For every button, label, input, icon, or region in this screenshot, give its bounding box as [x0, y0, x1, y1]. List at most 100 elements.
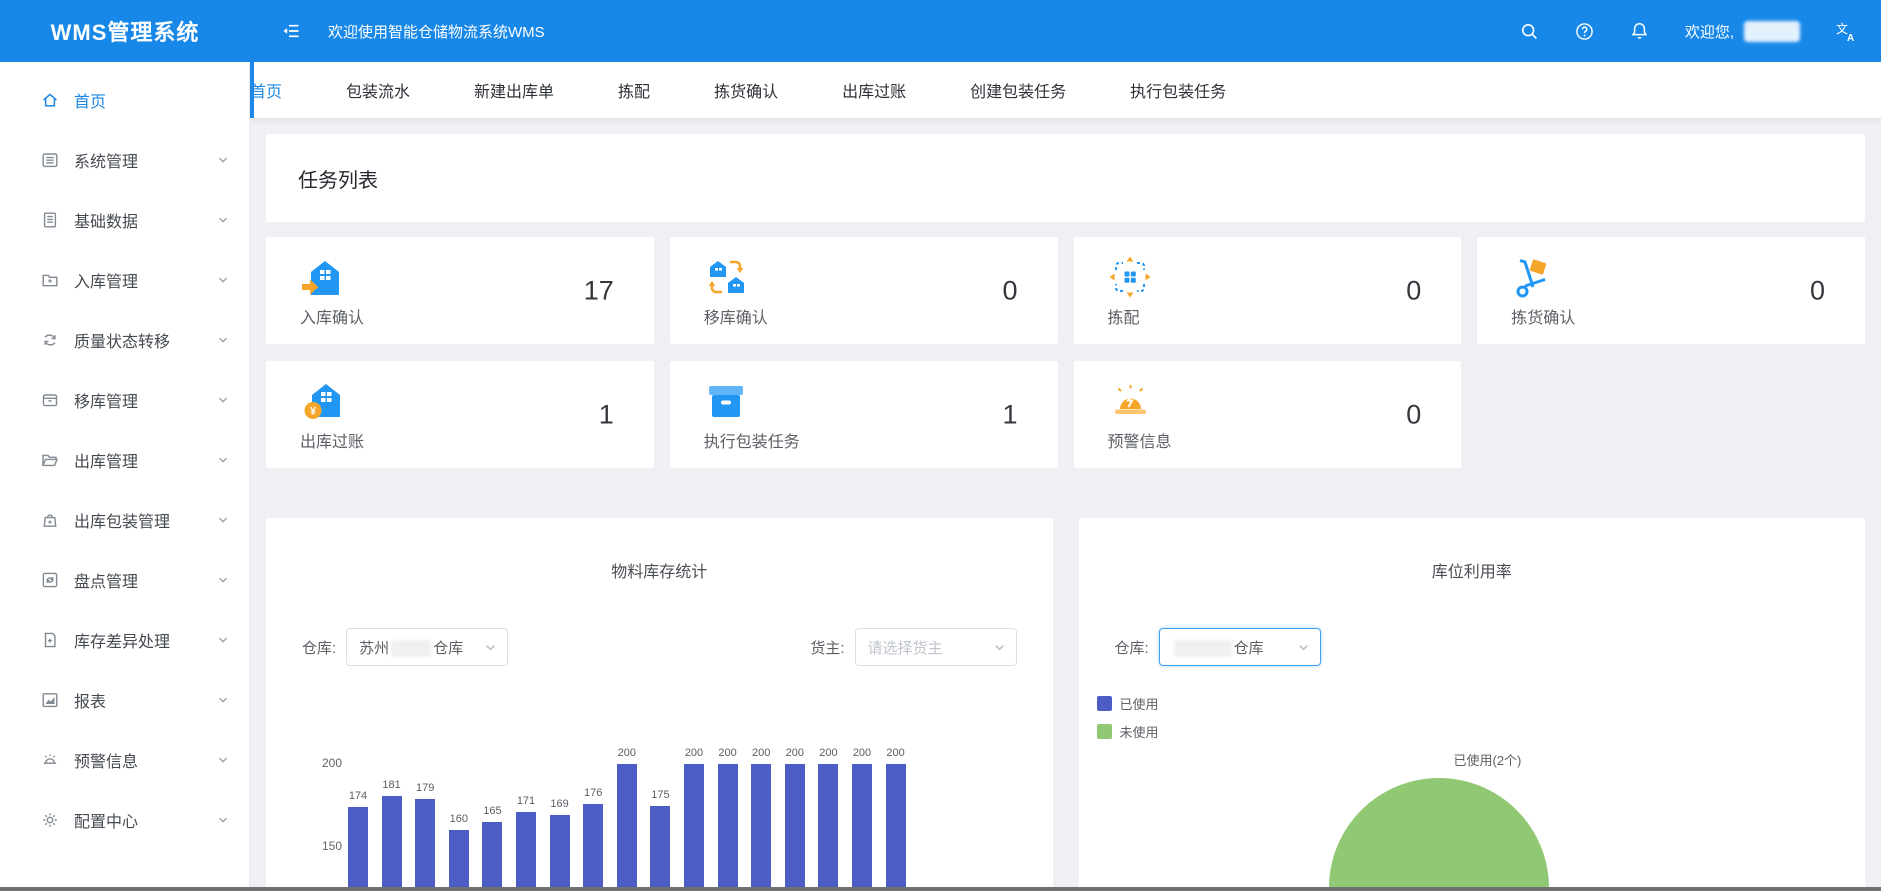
bar-value-label: 200 — [610, 747, 644, 759]
sidebar-item-inventory-diff[interactable]: 库存差异处理 — [0, 610, 249, 670]
tab-packing-flow[interactable]: 包装流水 — [346, 78, 410, 102]
search-icon[interactable] — [1520, 22, 1539, 41]
svg-text:A: A — [1847, 33, 1854, 42]
warehouse-label: 仓库: — [302, 637, 336, 658]
card-execute-packing-task[interactable]: 执行包装任务 1 — [670, 361, 1058, 468]
bar — [583, 804, 603, 891]
legend-item-unused[interactable]: 未使用 — [1097, 722, 1159, 741]
bell-icon[interactable] — [1630, 21, 1649, 41]
tab-new-outbound-order[interactable]: 新建出库单 — [474, 78, 554, 102]
tab-execute-packing-task[interactable]: 执行包装任务 — [1130, 78, 1226, 102]
packing-task-icon — [704, 379, 748, 423]
sidebar-item-home[interactable]: 首页 — [0, 70, 249, 130]
sidebar-item-quality-transfer[interactable]: 质量状态转移 — [0, 310, 249, 370]
svg-text:¥: ¥ — [310, 406, 317, 418]
sidebar-item-outbound-packing[interactable]: 出库包装管理 — [0, 490, 249, 550]
tab-pick-confirm[interactable]: 拣货确认 — [714, 78, 778, 102]
warehouse-select-focused[interactable]: 仓库 — [1159, 628, 1321, 666]
main-content: 任务列表 入库确认 17 移库确认 0 拣配 0 拣货确认 0 ¥ 出库过账 1 — [250, 118, 1881, 891]
card-outbound-post[interactable]: ¥ 出库过账 1 — [266, 361, 654, 468]
bar-value-label: 181 — [375, 779, 409, 791]
outbound-icon — [40, 450, 60, 470]
card-inbound-confirm[interactable]: 入库确认 17 — [266, 237, 654, 344]
task-list-panel: 任务列表 — [266, 134, 1865, 222]
sidebar-item-outbound-management[interactable]: 出库管理 — [0, 430, 249, 490]
sidebar-item-system-management[interactable]: 系统管理 — [0, 130, 249, 190]
inbound-confirm-icon — [300, 255, 344, 299]
card-value: 0 — [1002, 275, 1017, 306]
stocktake-icon — [40, 570, 60, 590]
sidebar-item-move-management[interactable]: 移库管理 — [0, 370, 249, 430]
alert-info-icon — [1108, 379, 1152, 423]
translate-icon[interactable]: 文A — [1836, 21, 1857, 42]
location-utilization-card: 库位利用率 仓库: 仓库 已使用 未使用 已使用(2个) — [1079, 518, 1866, 891]
welcome-text: 欢迎使用智能仓储物流系统WMS — [328, 21, 545, 42]
chevron-down-icon — [217, 454, 229, 466]
chevron-down-icon — [993, 641, 1006, 654]
owner-select[interactable]: 请选择货主 — [855, 628, 1017, 666]
bar — [617, 764, 637, 891]
sidebar-item-base-data[interactable]: 基础数据 — [0, 190, 249, 250]
legend-item-used[interactable]: 已使用 — [1097, 694, 1159, 713]
chevron-down-icon — [217, 574, 229, 586]
bar-value-label: 179 — [408, 782, 442, 794]
bar — [785, 764, 805, 891]
card-label: 入库确认 — [300, 304, 654, 328]
bar — [684, 764, 704, 891]
tab-create-packing-task[interactable]: 创建包装任务 — [970, 78, 1066, 102]
bar-value-label: 200 — [778, 747, 812, 759]
sidebar-item-inbound-management[interactable]: 入库管理 — [0, 250, 249, 310]
chevron-down-icon — [217, 514, 229, 526]
pick-confirm-icon — [1511, 255, 1555, 299]
task-card-grid: 入库确认 17 移库确认 0 拣配 0 拣货确认 0 ¥ 出库过账 1 执行包装… — [266, 237, 1865, 468]
card-value: 1 — [1002, 399, 1017, 430]
sidebar-item-label: 预警信息 — [74, 748, 138, 772]
chevron-down-icon — [217, 694, 229, 706]
tab-outbound-post[interactable]: 出库过账 — [842, 78, 906, 102]
bar — [516, 812, 536, 891]
sidebar-item-label: 报表 — [74, 688, 106, 712]
bar — [415, 799, 435, 891]
app-logo: WMS管理系统 — [0, 15, 250, 47]
y-axis-tick: 200 — [302, 756, 342, 770]
sidebar-item-label: 首页 — [74, 88, 106, 112]
chevron-down-icon — [217, 814, 229, 826]
warehouse-label: 仓库: — [1115, 637, 1149, 658]
card-pick-confirm[interactable]: 拣货确认 0 — [1477, 237, 1865, 344]
bar — [382, 796, 402, 891]
alert-icon — [40, 750, 60, 770]
chart-title: 物料库存统计 — [266, 558, 1053, 582]
sidebar-item-alert-info[interactable]: 预警信息 — [0, 730, 249, 790]
chevron-down-icon — [217, 334, 229, 346]
tab-pick-allocate[interactable]: 拣配 — [618, 78, 650, 102]
chevron-down-icon — [217, 274, 229, 286]
bar-value-label: 200 — [811, 747, 845, 759]
sidebar-nav: 首页 系统管理 基础数据 入库管理 质量状态转移 移库管理 出库管理 出库包装管… — [0, 62, 250, 891]
sidebar-item-config-center[interactable]: 配置中心 — [0, 790, 249, 850]
card-value: 17 — [584, 275, 614, 306]
sidebar-item-report[interactable]: 报表 — [0, 670, 249, 730]
bar-value-label: 171 — [509, 795, 543, 807]
card-value: 0 — [1406, 399, 1421, 430]
card-pick-allocate[interactable]: 拣配 0 — [1074, 237, 1462, 344]
help-icon[interactable] — [1575, 22, 1594, 41]
warehouse-select[interactable]: 苏州仓库 — [346, 628, 508, 666]
card-move-confirm[interactable]: 移库确认 0 — [670, 237, 1058, 344]
config-icon — [40, 810, 60, 830]
pie-slice-label: 已使用(2个) — [1454, 750, 1522, 769]
bar — [751, 764, 771, 891]
greeting-text: 欢迎您, — [1685, 21, 1734, 42]
sidebar-item-label: 配置中心 — [74, 808, 138, 832]
collapse-menu-icon[interactable] — [280, 21, 302, 41]
bar-value-label: 200 — [711, 747, 745, 759]
bar — [886, 764, 906, 891]
inventory-diff-icon — [40, 630, 60, 650]
tab-home[interactable]: 首页 — [250, 78, 282, 102]
bar-value-label: 200 — [879, 747, 913, 759]
card-alert-info[interactable]: 预警信息 0 — [1074, 361, 1462, 468]
sidebar-item-stocktake-management[interactable]: 盘点管理 — [0, 550, 249, 610]
bar-value-label: 165 — [475, 805, 509, 817]
bar — [818, 764, 838, 891]
bar — [718, 764, 738, 891]
pie-legend: 已使用 未使用 — [1097, 694, 1159, 750]
